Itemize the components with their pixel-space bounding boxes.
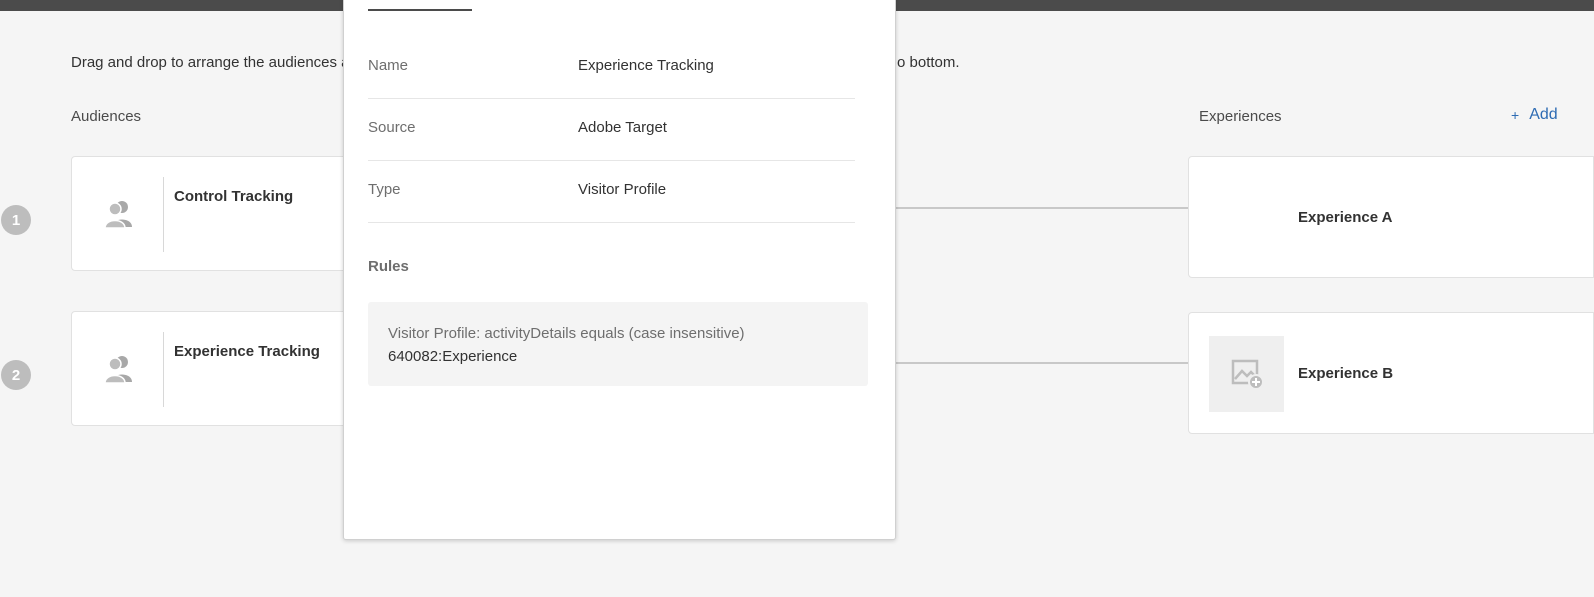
users-icon	[102, 197, 136, 231]
experiences-column-label: Experiences	[1199, 108, 1282, 125]
plus-icon: +	[1511, 107, 1519, 123]
step-number: 2	[1, 360, 31, 390]
connector-line	[896, 362, 1189, 364]
card-divider	[163, 177, 164, 252]
experience-card-a[interactable]: Experience A	[1188, 156, 1594, 278]
users-icon	[102, 352, 136, 386]
instructions-text: Drag and drop to arrange the audiences a	[71, 54, 350, 71]
detail-label: Name	[368, 57, 408, 74]
add-experience-button[interactable]: + Add	[1511, 106, 1558, 124]
experience-card-b[interactable]: Experience B	[1188, 312, 1594, 434]
rule-value: 640082:Experience	[388, 345, 848, 368]
rule-box: Visitor Profile: activityDetails equals …	[368, 302, 868, 386]
add-image-icon[interactable]	[1209, 336, 1284, 412]
detail-value: Experience Tracking	[578, 57, 714, 74]
detail-row-type: Type Visitor Profile	[368, 161, 855, 223]
tab-indicator	[368, 9, 472, 11]
step-number: 1	[1, 205, 31, 235]
instructions-text-end: o bottom.	[897, 54, 960, 71]
audience-card-experience-tracking[interactable]: Experience Tracking	[71, 311, 361, 426]
detail-value: Adobe Target	[578, 119, 667, 136]
experience-name: Experience B	[1298, 365, 1393, 382]
audience-details-popover: Name Experience Tracking Source Adobe Ta…	[343, 0, 896, 540]
audiences-column-label: Audiences	[71, 108, 141, 125]
audience-card-control-tracking[interactable]: Control Tracking	[71, 156, 361, 271]
add-label: Add	[1529, 106, 1557, 124]
audience-name: Experience Tracking	[174, 343, 320, 360]
card-divider	[163, 332, 164, 407]
detail-value: Visitor Profile	[578, 181, 666, 198]
detail-label: Type	[368, 181, 401, 198]
detail-label: Source	[368, 119, 416, 136]
rules-heading: Rules	[368, 258, 409, 275]
detail-row-source: Source Adobe Target	[368, 99, 855, 161]
detail-row-name: Name Experience Tracking	[368, 37, 855, 99]
experience-name: Experience A	[1298, 209, 1393, 226]
connector-line	[896, 207, 1189, 209]
audience-name: Control Tracking	[174, 188, 293, 205]
rule-condition: Visitor Profile: activityDetails equals …	[388, 322, 848, 345]
